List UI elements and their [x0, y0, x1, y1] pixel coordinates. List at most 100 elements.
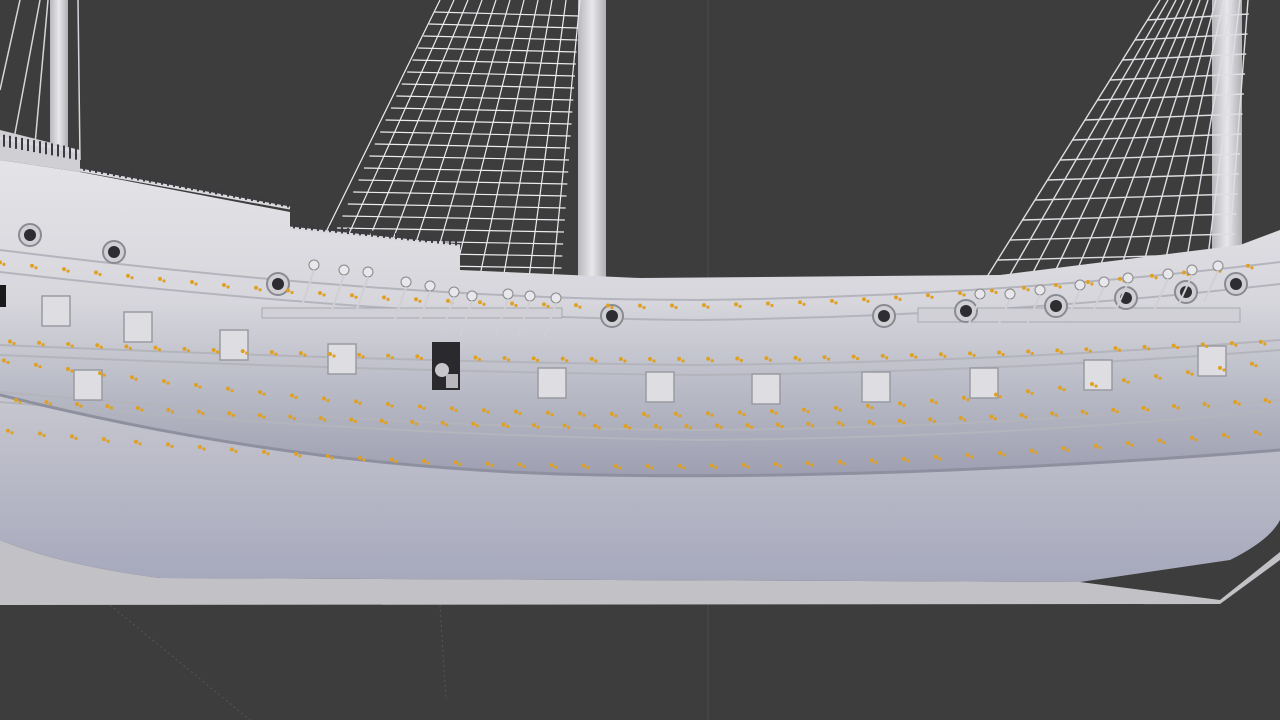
gun-port-lid — [969, 367, 999, 399]
gun-port-lid — [751, 373, 781, 405]
rivet — [958, 290, 962, 295]
gun-port-lid — [123, 311, 153, 343]
rivet — [1050, 411, 1055, 416]
rivet — [897, 418, 902, 423]
rivet — [1267, 400, 1272, 404]
rivet — [1146, 347, 1151, 351]
rivet — [426, 461, 430, 465]
rivet — [422, 459, 426, 464]
rivet — [34, 266, 38, 270]
rivet — [894, 295, 898, 300]
rivet — [638, 303, 642, 308]
rivet — [14, 398, 18, 403]
rivet — [358, 455, 362, 460]
rivet — [990, 288, 994, 293]
rivet — [658, 426, 662, 430]
rivet — [202, 447, 206, 451]
rivet — [1154, 374, 1158, 379]
rivet — [44, 400, 49, 405]
rivet — [230, 389, 234, 393]
rivet — [898, 297, 902, 301]
rivet — [742, 462, 746, 467]
rivet — [258, 390, 262, 395]
rivet — [1234, 343, 1238, 347]
rivet — [450, 406, 454, 411]
deadeye — [1034, 284, 1046, 296]
rivet — [482, 408, 486, 413]
rivet — [158, 276, 162, 281]
ratline — [369, 155, 570, 161]
deadeye — [448, 286, 460, 298]
rivet — [1162, 440, 1166, 445]
rivet — [806, 460, 810, 465]
rivet — [1176, 406, 1180, 410]
porthole-glass — [878, 310, 890, 322]
rivet — [906, 459, 910, 463]
rivet — [1034, 450, 1038, 455]
rivet — [830, 298, 834, 303]
porthole-glass — [108, 246, 120, 258]
gun-port-lid — [73, 369, 103, 401]
rivet — [970, 455, 974, 459]
rivet — [162, 379, 166, 384]
rivet — [650, 466, 654, 470]
rivet — [1126, 441, 1130, 446]
rivet — [198, 444, 202, 449]
rivet — [993, 416, 997, 421]
rivet — [898, 401, 902, 406]
rivet — [1237, 402, 1241, 406]
rivet — [1059, 350, 1063, 354]
rivet — [1130, 443, 1134, 447]
rivet — [1190, 372, 1194, 376]
rivet — [326, 398, 330, 403]
rivet — [677, 356, 682, 361]
viewport-scene[interactable] — [0, 0, 1280, 720]
rivet — [810, 424, 814, 428]
rivet — [702, 303, 706, 308]
rivet — [140, 408, 144, 412]
rivet — [354, 399, 358, 404]
rivet — [418, 299, 422, 303]
rivet — [998, 450, 1002, 455]
rivet — [362, 458, 366, 462]
rivet — [778, 464, 782, 468]
rivet — [234, 449, 238, 454]
rivet — [414, 422, 418, 426]
rivet — [550, 463, 554, 468]
rivet — [166, 381, 170, 385]
ratline — [401, 83, 575, 89]
rivet — [1142, 344, 1147, 349]
rivet — [566, 425, 571, 430]
rivet — [909, 353, 914, 358]
rivet — [536, 358, 540, 362]
rivet — [62, 267, 66, 272]
rivet — [41, 343, 45, 347]
rivet — [134, 439, 138, 444]
rivet — [1222, 432, 1226, 437]
rivet — [802, 407, 806, 412]
rivet — [105, 404, 110, 409]
rivet — [902, 403, 906, 407]
rivet — [934, 454, 938, 459]
rivet — [841, 423, 845, 427]
gun-port-lid — [537, 367, 567, 399]
rivet — [475, 424, 479, 428]
rivet — [842, 462, 846, 466]
rivet — [34, 362, 38, 367]
rivet — [328, 352, 332, 357]
3d-viewport[interactable] — [0, 0, 1280, 720]
rivet — [48, 402, 53, 406]
rivet — [1250, 361, 1254, 366]
rivet — [1218, 365, 1222, 370]
rivet — [384, 421, 388, 425]
rivet — [531, 356, 536, 361]
rivet — [135, 405, 140, 410]
rivet — [654, 423, 658, 428]
rivet — [482, 302, 486, 306]
rivet — [862, 297, 866, 302]
rivet — [286, 288, 290, 293]
rivet — [445, 423, 449, 427]
rivet — [134, 377, 138, 381]
porthole-glass — [1050, 300, 1062, 312]
rivet — [386, 353, 391, 358]
